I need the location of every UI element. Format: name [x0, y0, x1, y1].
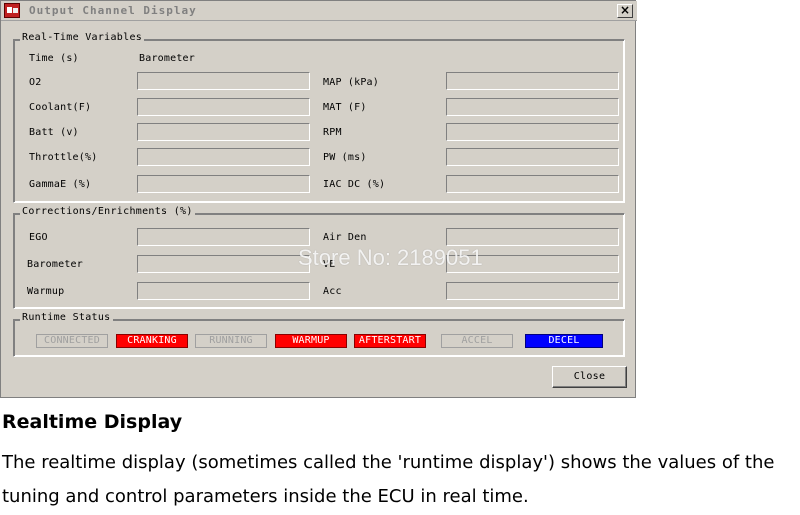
status-afterstart: AFTERSTART [354, 334, 426, 348]
batt-label: Batt (v) [29, 127, 79, 138]
pw-field [446, 148, 619, 166]
status-accel: ACCEL [441, 334, 513, 348]
map-label: MAP (kPa) [323, 77, 379, 88]
iac-dc-field [446, 175, 619, 193]
o2-field [137, 72, 310, 90]
barometer-label: Barometer [139, 53, 195, 64]
acc-label: Acc [323, 286, 342, 297]
mat-field [446, 98, 619, 116]
ego-field [137, 228, 310, 246]
output-channel-display-window: Output Channel Display × Real-Time Varia… [0, 0, 637, 398]
pw-label: PW (ms) [323, 152, 367, 163]
close-window-button[interactable]: × [617, 4, 633, 18]
throttle-field [137, 148, 310, 166]
caption-body: The realtime display (sometimes called t… [2, 452, 775, 507]
status-connected: CONNECTED [36, 334, 108, 348]
caption-heading: Realtime Display [2, 411, 183, 433]
o2-label: O2 [29, 77, 42, 88]
rpm-label: RPM [323, 127, 342, 138]
status-decel: DECEL [525, 334, 603, 348]
gammae-field [137, 175, 310, 193]
status-running: RUNNING [195, 334, 267, 348]
window-title: Output Channel Display [29, 4, 197, 17]
runtime-status-legend: Runtime Status [20, 312, 113, 323]
status-warmup: WARMUP [275, 334, 347, 348]
corrections-legend: Corrections/Enrichments (%) [20, 206, 195, 217]
warmup-field [137, 282, 310, 300]
time-label: Time (s) [29, 53, 79, 64]
coolant-field [137, 98, 310, 116]
app-icon [4, 3, 20, 18]
mat-label: MAT (F) [323, 102, 367, 113]
ego-label: EGO [29, 232, 48, 243]
status-cranking: CRANKING [116, 334, 188, 348]
warmup-label: Warmup [27, 286, 65, 297]
rpm-field [446, 123, 619, 141]
store-watermark: Store No: 2189051 [298, 245, 483, 270]
air-den-label: Air Den [323, 232, 367, 243]
coolant-label: Coolant(F) [29, 102, 92, 113]
gammae-label: GammaE (%) [29, 179, 92, 190]
close-button[interactable]: Close [552, 366, 627, 388]
throttle-label: Throttle(%) [29, 152, 98, 163]
title-bar[interactable]: Output Channel Display × [1, 1, 637, 21]
air-den-field [446, 228, 619, 246]
acc-field [446, 282, 619, 300]
batt-field [137, 123, 310, 141]
corr-barometer-field [137, 255, 310, 273]
corr-barometer-label: Barometer [27, 259, 83, 270]
map-field [446, 72, 619, 90]
iac-dc-label: IAC DC (%) [323, 179, 386, 190]
realtime-variables-legend: Real-Time Variables [20, 32, 145, 43]
